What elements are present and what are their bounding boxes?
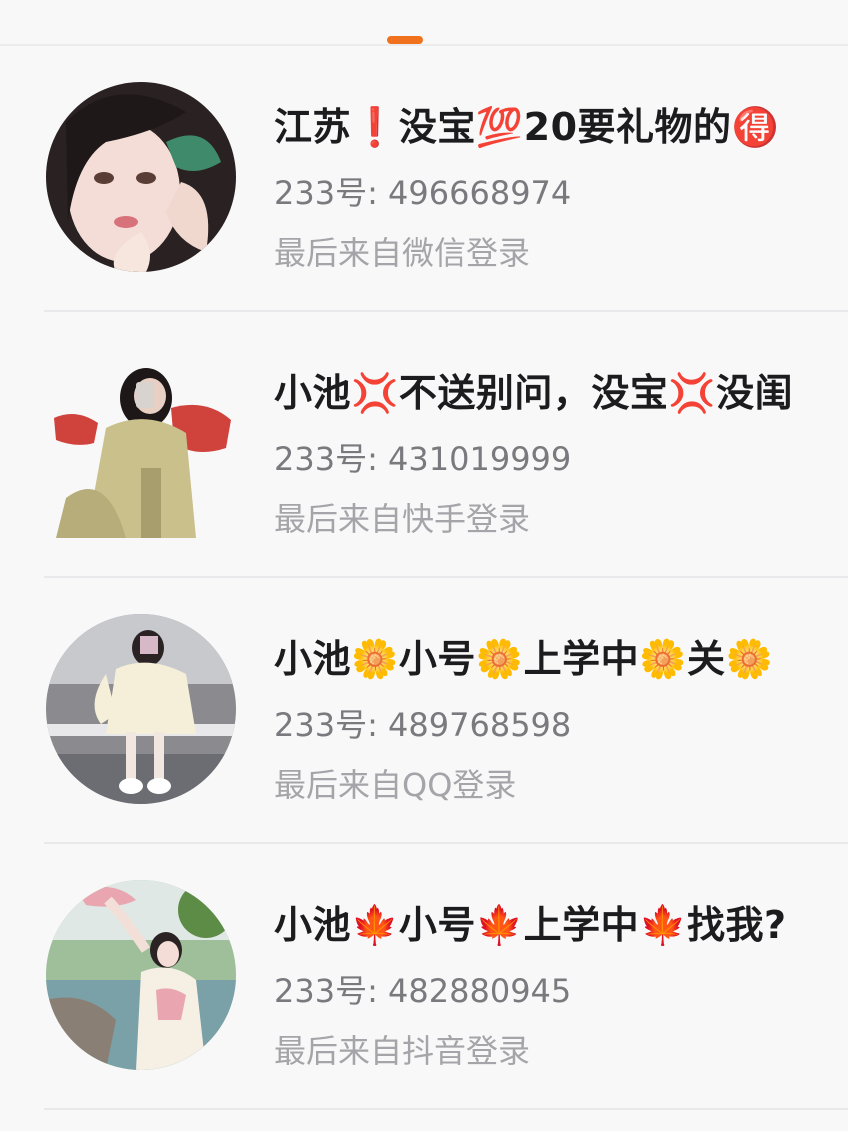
last-login-source: 最后来自快手登录	[274, 500, 531, 538]
account-id: 233号: 489768598	[274, 706, 572, 744]
avatar	[46, 880, 236, 1070]
row-divider	[44, 1108, 848, 1110]
account-id: 233号: 431019999	[274, 440, 572, 478]
avatar	[46, 614, 236, 804]
account-id: 233号: 482880945	[274, 972, 572, 1010]
account-item[interactable]: 小池💢不送别问，没宝💢没闺 233号: 431019999 最后来自快手登录	[0, 312, 848, 578]
account-item[interactable]: 小池🌼小号🌼上学中🌼关🌼 233号: 489768598 最后来自QQ登录	[0, 578, 848, 844]
account-item[interactable]: 小池🍁小号🍁上学中🍁找我? 233号: 482880945 最后来自抖音登录	[0, 844, 848, 1110]
account-item[interactable]: 江苏❗没宝💯20要礼物的🉐 233号: 496668974 最后来自微信登录	[0, 46, 848, 312]
last-login-source: 最后来自微信登录	[274, 234, 531, 272]
avatar	[46, 82, 236, 272]
account-id: 233号: 496668974	[274, 174, 572, 212]
last-login-source: 最后来自抖音登录	[274, 1032, 531, 1070]
account-name: 小池🌼小号🌼上学中🌼关🌼	[274, 637, 774, 681]
last-login-source: 最后来自QQ登录	[274, 766, 517, 804]
account-name: 小池💢不送别问，没宝💢没闺	[274, 371, 794, 415]
avatar	[46, 348, 236, 538]
account-switch-screen: 江苏❗没宝💯20要礼物的🉐 233号: 496668974 最后来自微信登录 小…	[0, 0, 848, 1131]
account-name: 小池🍁小号🍁上学中🍁找我?	[274, 903, 787, 947]
account-name: 江苏❗没宝💯20要礼物的🉐	[274, 105, 780, 149]
tab-indicator	[387, 36, 423, 44]
account-list: 江苏❗没宝💯20要礼物的🉐 233号: 496668974 最后来自微信登录 小…	[0, 46, 848, 1110]
